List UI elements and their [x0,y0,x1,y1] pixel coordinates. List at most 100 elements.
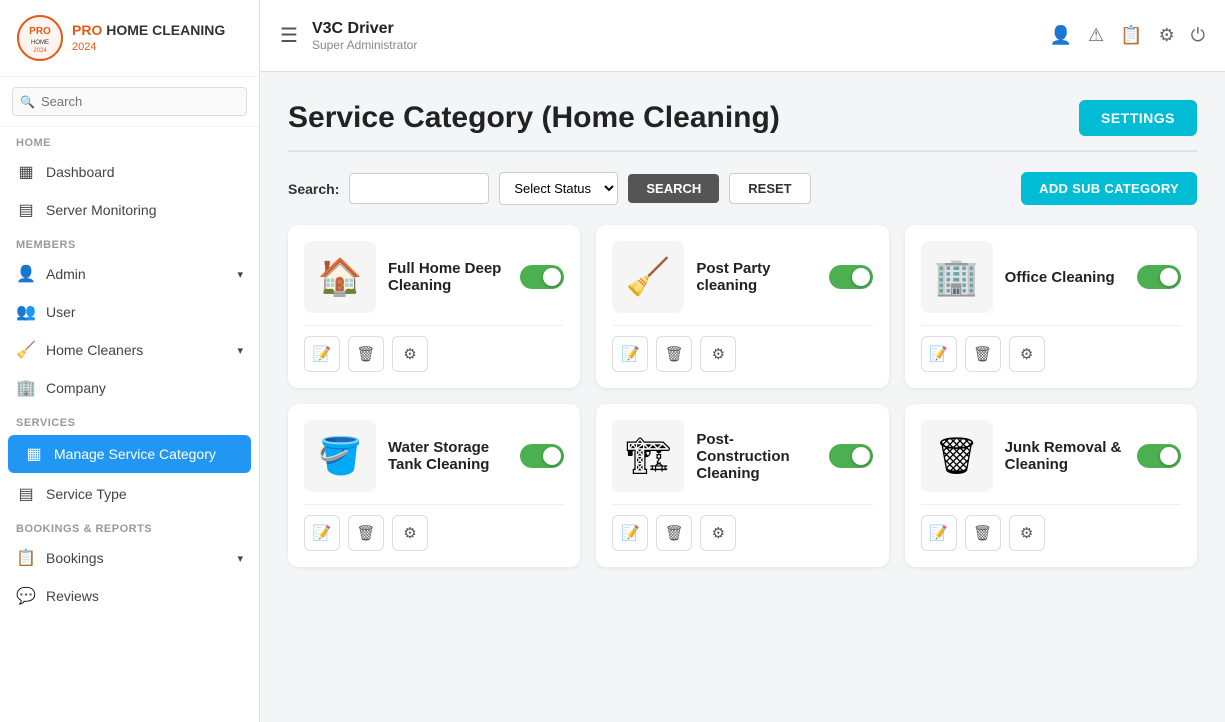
add-sub-category-button[interactable]: ADD SUB CATEGORY [1021,172,1197,205]
service-card-5: 🏗 Post-Construction Cleaning 📝 🗑 ⚙ [596,404,888,567]
card-top-4: 🪣 Water Storage Tank Cleaning [304,420,564,492]
delete-button-1[interactable]: 🗑 [348,336,384,372]
hierarchy-button-4[interactable]: ⚙ [392,515,428,551]
search-icon: 🔍 [20,95,35,109]
logo-pro: PRO [72,22,102,38]
edit-button-3[interactable]: 📝 [921,336,957,372]
menu-icon[interactable]: ☰ [280,23,298,48]
topbar-app-name: V3C Driver [312,20,1036,38]
logo-image: PRO HOME 2024 [16,14,64,62]
nav-section-members: MEMBERS [0,229,259,255]
edit-button-6[interactable]: 📝 [921,515,957,551]
card-toggle-2[interactable] [829,265,873,289]
nav-section-services: SERVICES [0,407,259,433]
card-toggle-1[interactable] [520,265,564,289]
sidebar-item-home-cleaners[interactable]: 🧹 Home Cleaners ▾ [0,331,259,369]
svg-text:PRO: PRO [29,26,51,37]
sidebar-item-service-type[interactable]: ▤ Service Type [0,475,259,513]
profile-icon[interactable]: 👤 [1050,25,1072,46]
chevron-down-icon-3: ▾ [237,552,243,565]
server-icon: ▤ [16,200,36,220]
reset-button[interactable]: RESET [729,173,810,204]
bookings-icon: 📋 [16,548,36,568]
card-name-2: Post Party cleaning [696,260,816,294]
edit-button-2[interactable]: 📝 [612,336,648,372]
service-card-1: 🏠 Full Home Deep Cleaning 📝 🗑 ⚙ [288,225,580,388]
edit-button-1[interactable]: 📝 [304,336,340,372]
service-card-2: 🧹 Post Party cleaning 📝 🗑 ⚙ [596,225,888,388]
delete-button-6[interactable]: 🗑 [965,515,1001,551]
service-card-4: 🪣 Water Storage Tank Cleaning 📝 🗑 ⚙ [288,404,580,567]
gear-icon[interactable]: ⚙ [1159,25,1175,46]
search-label: Search: [288,181,339,197]
power-icon[interactable]: ⏻ [1191,25,1205,46]
card-top-2: 🧹 Post Party cleaning [612,241,872,313]
sidebar-item-admin[interactable]: 👤 Admin ▾ [0,255,259,293]
sidebar-label-server: Server Monitoring [46,202,243,218]
company-icon: 🏢 [16,378,36,398]
edit-button-4[interactable]: 📝 [304,515,340,551]
card-toggle-5[interactable] [829,444,873,468]
status-select[interactable]: Select Status Active Inactive [499,172,618,205]
card-image-1: 🏠 [304,241,376,313]
delete-button-5[interactable]: 🗑 [656,515,692,551]
sidebar-label-company: Company [46,380,243,396]
edit-button-5[interactable]: 📝 [612,515,648,551]
delete-button-3[interactable]: 🗑 [965,336,1001,372]
topbar: ☰ V3C Driver Super Administrator 👤 ⚠ 📋 ⚙… [260,0,1225,72]
sidebar-search-section: 🔍 [0,77,259,127]
hierarchy-button-5[interactable]: ⚙ [700,515,736,551]
card-image-3: 🏢 [921,241,993,313]
card-toggle-6[interactable] [1137,444,1181,468]
card-actions-3: 📝 🗑 ⚙ [921,325,1181,372]
card-actions-1: 📝 🗑 ⚙ [304,325,564,372]
card-name-1: Full Home Deep Cleaning [388,260,508,294]
hierarchy-button-2[interactable]: ⚙ [700,336,736,372]
sidebar-item-dashboard[interactable]: ▦ Dashboard [0,153,259,191]
sidebar-item-manage-service-category[interactable]: ▦ Manage Service Category [8,435,251,473]
hierarchy-button-3[interactable]: ⚙ [1009,336,1045,372]
card-name-4: Water Storage Tank Cleaning [388,439,508,473]
cards-grid: 🏠 Full Home Deep Cleaning 📝 🗑 ⚙ 🧹 Post P… [288,225,1197,567]
user-icon: 👥 [16,302,36,322]
hierarchy-button-1[interactable]: ⚙ [392,336,428,372]
card-name-3: Office Cleaning [1005,269,1125,286]
sidebar-label-service-type: Service Type [46,486,243,502]
search-input[interactable] [349,173,489,204]
sidebar-item-bookings[interactable]: 📋 Bookings ▾ [0,539,259,577]
card-toggle-3[interactable] [1137,265,1181,289]
delete-button-4[interactable]: 🗑 [348,515,384,551]
sidebar-search-input[interactable] [12,87,247,116]
manage-service-icon: ▦ [24,444,44,464]
sidebar-item-reviews[interactable]: 💬 Reviews [0,577,259,615]
delete-button-2[interactable]: 🗑 [656,336,692,372]
reviews-icon: 💬 [16,586,36,606]
alert-icon[interactable]: ⚠ [1088,25,1104,46]
sidebar: PRO HOME 2024 PRO HOME CLEANING 2024 🔍 H… [0,0,260,722]
search-bar: Search: Select Status Active Inactive SE… [288,172,1197,205]
dashboard-icon: ▦ [16,162,36,182]
card-image-2: 🧹 [612,241,684,313]
service-card-3: 🏢 Office Cleaning 📝 🗑 ⚙ [905,225,1197,388]
sidebar-label-bookings: Bookings [46,550,227,566]
sidebar-item-user[interactable]: 👥 User [0,293,259,331]
sidebar-item-company[interactable]: 🏢 Company [0,369,259,407]
hierarchy-button-6[interactable]: ⚙ [1009,515,1045,551]
notes-icon[interactable]: 📋 [1120,25,1142,46]
topbar-role: Super Administrator [312,38,1036,52]
card-name-6: Junk Removal & Cleaning [1005,439,1125,473]
card-actions-5: 📝 🗑 ⚙ [612,504,872,551]
svg-text:2024: 2024 [33,48,47,54]
card-top-3: 🏢 Office Cleaning [921,241,1181,313]
card-actions-4: 📝 🗑 ⚙ [304,504,564,551]
sidebar-label-dashboard: Dashboard [46,164,243,180]
nav-section-home: HOME [0,127,259,153]
card-toggle-4[interactable] [520,444,564,468]
sidebar-item-server-monitoring[interactable]: ▤ Server Monitoring [0,191,259,229]
card-image-4: 🪣 [304,420,376,492]
topbar-title: V3C Driver Super Administrator [312,20,1036,52]
search-button[interactable]: SEARCH [628,174,719,203]
card-actions-2: 📝 🗑 ⚙ [612,325,872,372]
card-image-5: 🏗 [612,420,684,492]
settings-button[interactable]: SETTINGS [1079,100,1197,136]
